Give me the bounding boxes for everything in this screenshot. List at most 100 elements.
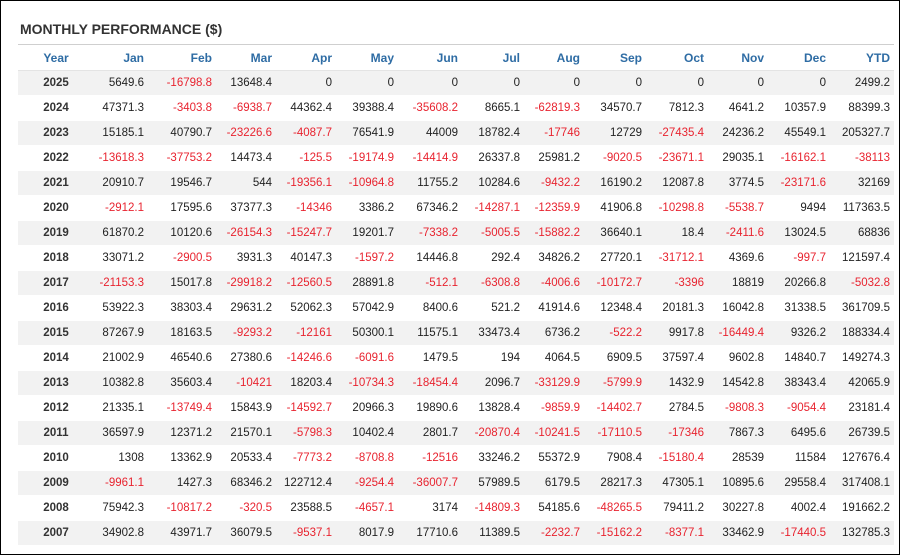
- month-cell: 28217.3: [584, 470, 646, 496]
- month-cell: 4002.4: [768, 495, 830, 521]
- month-cell: 10382.8: [94, 370, 148, 396]
- month-cell: 5649.6: [94, 70, 148, 96]
- month-cell: 33462.9: [708, 520, 768, 546]
- table-title: MONTHLY PERFORMANCE ($): [20, 21, 223, 37]
- month-cell: 122712.4: [276, 470, 336, 496]
- month-cell: 6495.6: [768, 420, 830, 446]
- month-cell: 45549.1: [768, 120, 830, 146]
- column-header-oct: Oct: [646, 44, 708, 71]
- month-cell: 36597.9: [94, 420, 148, 446]
- month-cell: 47371.3: [94, 95, 148, 121]
- month-cell: -4006.6: [524, 270, 584, 296]
- month-cell: 17710.6: [398, 520, 462, 546]
- ytd-cell: 26739.5: [830, 420, 894, 446]
- month-cell: -9293.2: [216, 320, 276, 346]
- table-row: 2021 20910.7 19546.7 544 -19356.1 -10964.8 117…: [18, 170, 894, 196]
- month-cell: 24236.2: [708, 120, 768, 146]
- ytd-cell: 42065.9: [830, 370, 894, 396]
- year-cell: 2023: [18, 120, 94, 146]
- table-row: 2025 5649.6 -16798.8 13648.4 0 0 0 0 0 0 0 0 0 2499.2: [18, 70, 894, 96]
- month-cell: 41914.6: [524, 295, 584, 321]
- month-cell: -16162.1: [768, 145, 830, 171]
- month-cell: 25981.2: [524, 145, 584, 171]
- table-row: 2013 10382.8 35603.4 -10421 18203.4 -10734.3-…: [18, 370, 894, 396]
- month-cell: 15843.9: [216, 395, 276, 421]
- month-cell: -2232.7: [524, 520, 584, 546]
- month-cell: 26337.8: [462, 145, 524, 171]
- column-header-dec: Dec: [768, 44, 830, 71]
- month-cell: -17746: [524, 120, 584, 146]
- month-cell: 4641.2: [708, 95, 768, 121]
- year-cell: 2019: [18, 220, 94, 246]
- month-cell: -4087.7: [276, 120, 336, 146]
- month-cell: 20181.3: [646, 295, 708, 321]
- year-cell: 2022: [18, 145, 94, 171]
- month-cell: 0: [646, 70, 708, 96]
- month-cell: -5538.7: [708, 195, 768, 221]
- month-cell: 4064.5: [524, 345, 584, 371]
- month-cell: 31338.5: [768, 295, 830, 321]
- table-row: 2019 61870.2 10120.6 -26154.3 -15247.7 19201.…: [18, 220, 894, 246]
- month-cell: -10421: [216, 370, 276, 396]
- column-header-feb: Feb: [148, 44, 216, 71]
- month-cell: 6179.5: [524, 470, 584, 496]
- month-cell: 52062.3: [276, 295, 336, 321]
- month-cell: 292.4: [462, 245, 524, 271]
- month-cell: 38303.4: [148, 295, 216, 321]
- month-cell: -2912.1: [94, 195, 148, 221]
- month-cell: -14346: [276, 195, 336, 221]
- month-cell: 23588.5: [276, 495, 336, 521]
- month-cell: 12371.2: [148, 420, 216, 446]
- month-cell: 19201.7: [336, 220, 398, 246]
- month-cell: -62819.3: [524, 95, 584, 121]
- month-cell: 13024.5: [768, 220, 830, 246]
- year-cell: 2021: [18, 170, 94, 196]
- year-cell: 2007: [18, 520, 94, 546]
- ytd-cell: 88399.3: [830, 95, 894, 121]
- column-header-mar: Mar: [216, 44, 276, 71]
- month-cell: -23171.6: [768, 170, 830, 196]
- month-cell: 2784.5: [646, 395, 708, 421]
- month-cell: 34826.2: [524, 245, 584, 271]
- month-cell: 28539: [708, 445, 768, 471]
- month-cell: -15247.7: [276, 220, 336, 246]
- month-cell: 10402.4: [336, 420, 398, 446]
- ytd-cell: 32169: [830, 170, 894, 196]
- month-cell: 4369.6: [708, 245, 768, 271]
- month-cell: -5799.9: [584, 370, 646, 396]
- year-cell: 2012: [18, 395, 94, 421]
- month-cell: 18163.5: [148, 320, 216, 346]
- month-cell: 18782.4: [462, 120, 524, 146]
- month-cell: -10172.7: [584, 270, 646, 296]
- month-cell: 0: [584, 70, 646, 96]
- month-cell: 54185.6: [524, 495, 584, 521]
- month-cell: 75942.3: [94, 495, 148, 521]
- month-cell: 40790.7: [148, 120, 216, 146]
- ytd-cell: -5032.8: [830, 270, 894, 296]
- month-cell: -23671.1: [646, 145, 708, 171]
- month-cell: 33246.2: [462, 445, 524, 471]
- table-row: 2010 1308 13362.9 20533.4 -7773.2 -8708.8 -125…: [18, 445, 894, 471]
- table-row: 2015 87267.9 18163.5 -9293.2 -12161 50300.1 11…: [18, 320, 894, 346]
- monthly-performance-table: Year Jan Feb Mar Apr May Jun Jul Aug Sep Oct Nov Dec…: [18, 44, 894, 546]
- month-cell: 28891.8: [336, 270, 398, 296]
- month-cell: 19890.6: [398, 395, 462, 421]
- year-cell: 2024: [18, 95, 94, 121]
- column-header-year: Year: [18, 44, 94, 71]
- month-cell: 47305.1: [646, 470, 708, 496]
- month-cell: -31712.1: [646, 245, 708, 271]
- month-cell: -9020.5: [584, 145, 646, 171]
- month-cell: 544: [216, 170, 276, 196]
- month-cell: -29918.2: [216, 270, 276, 296]
- month-cell: -7338.2: [398, 220, 462, 246]
- month-cell: -19174.9: [336, 145, 398, 171]
- month-cell: 12348.4: [584, 295, 646, 321]
- month-cell: 34570.7: [584, 95, 646, 121]
- month-cell: 20966.3: [336, 395, 398, 421]
- month-cell: 9494: [768, 195, 830, 221]
- month-cell: -4657.1: [336, 495, 398, 521]
- table-row: 2022 -13618.3 -37753.2 14473.4 -125.5 -19174.…: [18, 145, 894, 171]
- month-cell: 20266.8: [768, 270, 830, 296]
- ytd-cell: 117363.5: [830, 195, 894, 221]
- column-header-sep: Sep: [584, 44, 646, 71]
